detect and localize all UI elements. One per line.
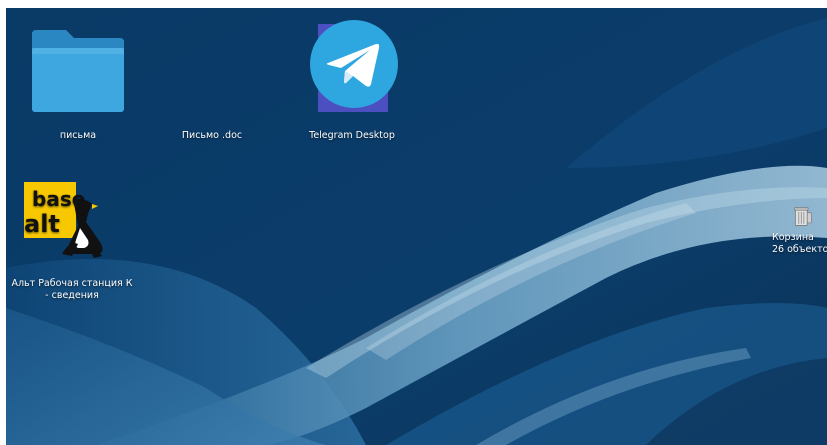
desktop-icon-letter-doc[interactable]: Письмо .doc bbox=[146, 14, 388, 146]
desktop-icon-alt-info[interactable]: base alt Альт Рабочая станция К - сведен… bbox=[6, 178, 138, 308]
desktop-icon-telegram[interactable]: Telegram Desktop bbox=[284, 14, 420, 146]
desktop-icon-label-line: - сведения bbox=[45, 290, 99, 301]
telegram-icon bbox=[310, 20, 398, 108]
desktop-icon-label: Telegram Desktop bbox=[309, 130, 395, 141]
desktop-icon-label: Письмо .doc bbox=[181, 130, 243, 141]
trash-icon bbox=[794, 207, 812, 226]
svg-text:alt: alt bbox=[24, 210, 60, 238]
basealt-logo-icon: base alt bbox=[24, 182, 103, 258]
desktop-icon-trash[interactable]: Корзина 26 объектов bbox=[766, 200, 827, 266]
desktop-icon-label-line: Альт Рабочая станция К bbox=[11, 278, 133, 289]
desktop[interactable]: письма Письмо .doc Telegram Desktop base bbox=[6, 8, 827, 445]
desktop-icon-label: письма bbox=[59, 130, 97, 141]
desktop-icon-letters-folder[interactable]: письма bbox=[14, 16, 142, 146]
desktop-icon-label-line: Корзина bbox=[772, 232, 814, 243]
folder-icon bbox=[32, 30, 124, 112]
desktop-icon-label-line: 26 объектов bbox=[772, 244, 827, 255]
